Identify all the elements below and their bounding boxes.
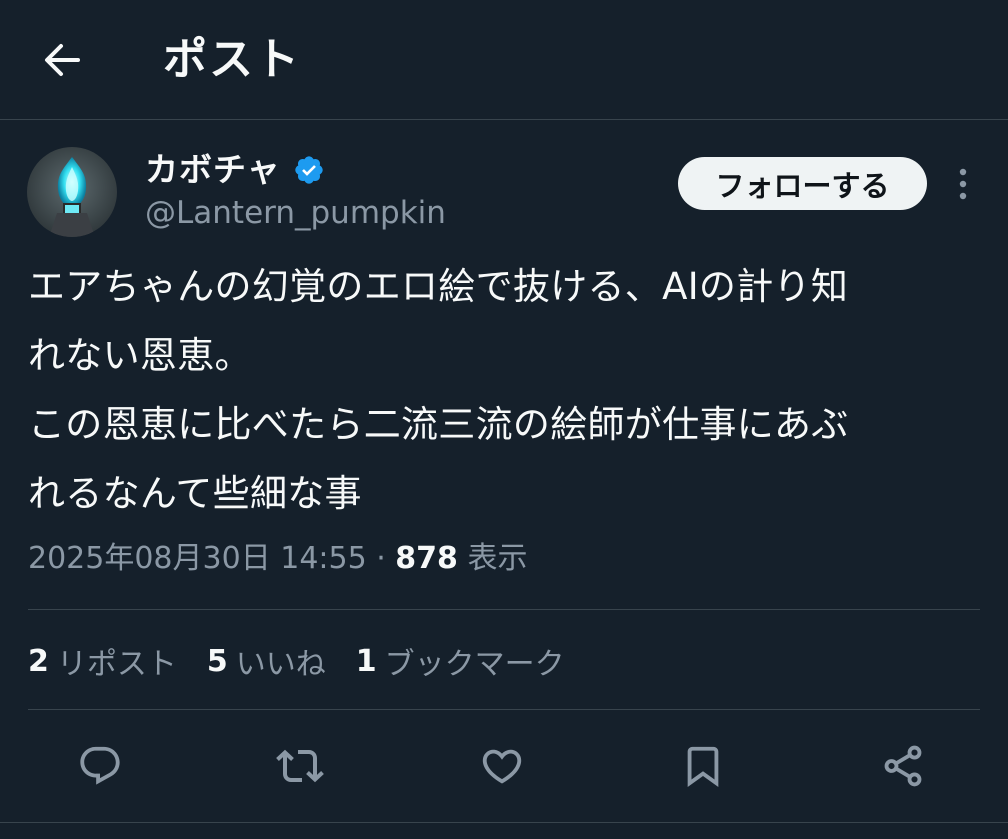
engagement-stats: 2 リポスト 5 いいね 1 ブックマーク: [28, 637, 595, 685]
reposts-stat[interactable]: 2 リポスト: [28, 639, 177, 683]
views-label: 表示: [457, 541, 528, 576]
like-button[interactable]: [476, 740, 528, 792]
reposts-label: リポスト: [56, 647, 177, 682]
share-button[interactable]: [877, 740, 929, 792]
author-handle[interactable]: @Lantern_pumpkin: [145, 193, 446, 233]
divider-footer: [0, 822, 1008, 823]
tweet-text: エアちゃんの幻覚のエロ絵で抜ける、AIの計り知 れない恩恵。 この恩恵に比べたら…: [28, 265, 849, 515]
more-options-button[interactable]: [946, 164, 980, 204]
verified-badge-icon[interactable]: [293, 154, 325, 186]
reply-button[interactable]: [74, 740, 126, 792]
meta-separator: ·: [366, 541, 396, 576]
reply-icon: [80, 746, 120, 785]
likes-label: いいね: [235, 647, 326, 682]
more-vertical-icon: [959, 168, 967, 200]
repost-button[interactable]: [274, 740, 326, 792]
share-icon: [884, 745, 922, 787]
views-count: 878: [395, 541, 458, 576]
action-bar: [0, 730, 1008, 802]
like-icon: [482, 749, 522, 784]
likes-count: 5: [206, 643, 228, 679]
display-name[interactable]: カボチャ: [145, 148, 281, 192]
bookmark-button[interactable]: [677, 740, 729, 792]
bookmark-icon: [687, 746, 719, 787]
divider-bottom: [28, 709, 980, 710]
page-title: ポスト: [163, 34, 301, 85]
likes-stat[interactable]: 5 いいね: [207, 639, 326, 683]
top-bar: ポスト: [0, 0, 1008, 120]
timestamp[interactable]: 2025年08月30日 14:55: [28, 541, 367, 576]
bookmarks-label: ブックマーク: [384, 647, 565, 682]
avatar[interactable]: [27, 147, 117, 237]
bookmarks-stat[interactable]: 1 ブックマーク: [356, 639, 565, 683]
repost-icon: [276, 749, 324, 783]
arrow-left-icon: [45, 44, 80, 76]
follow-button[interactable]: フォローする: [678, 157, 927, 210]
author-name-row: カボチャ: [145, 148, 325, 192]
bookmarks-count: 1: [355, 643, 377, 679]
tweet-meta: 2025年08月30日 14:55 · 878 表示: [28, 535, 527, 583]
divider-top: [28, 609, 980, 610]
back-button[interactable]: [36, 36, 88, 84]
reposts-count: 2: [28, 643, 49, 679]
